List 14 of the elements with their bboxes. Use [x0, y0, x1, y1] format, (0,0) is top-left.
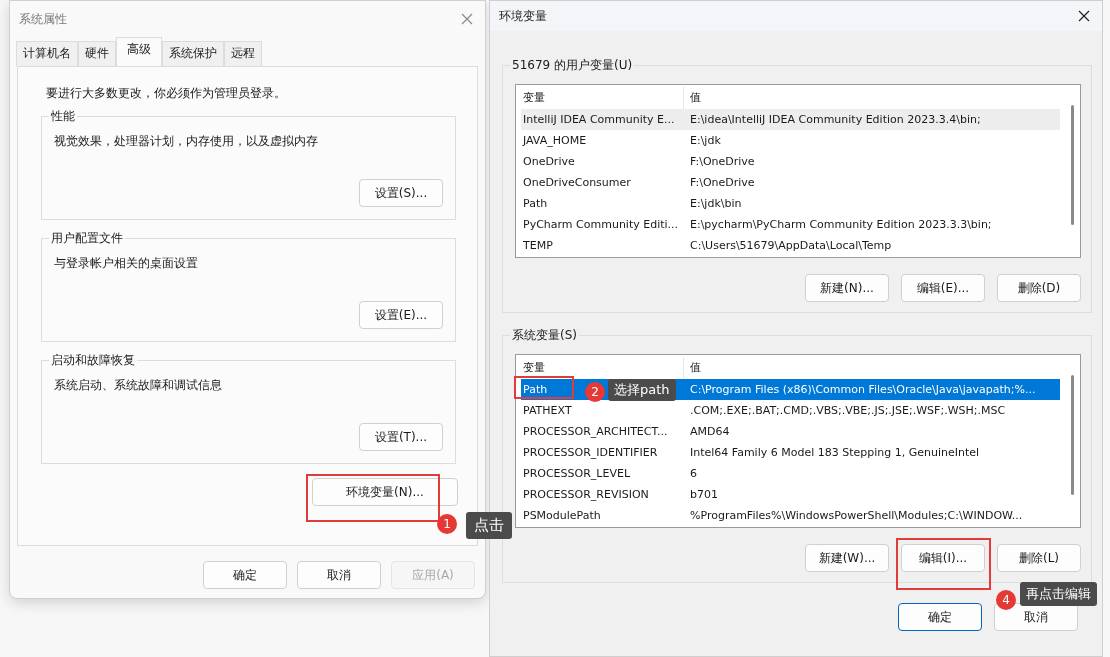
notice-text: 要进行大多数更改，你必须作为管理员登录。	[46, 85, 287, 102]
group-title: 用户配置文件	[49, 230, 125, 247]
callout-tooltip: 点击	[466, 512, 512, 539]
group-title: 51679 的用户变量(U)	[510, 57, 635, 74]
callout-tooltip: 选择path	[608, 379, 676, 401]
window-title: 环境变量	[499, 7, 547, 25]
group-title: 启动和故障恢复	[49, 352, 137, 369]
group-title: 系统变量(S)	[510, 327, 579, 344]
group-title: 性能	[49, 108, 77, 125]
group-description: 系统启动、系统故障和调试信息	[54, 377, 223, 394]
group-description: 视觉效果，处理器计划，内存使用，以及虚拟内存	[54, 133, 319, 150]
group-description: 与登录帐户相关的桌面设置	[54, 255, 199, 272]
callout-tooltip: 再点击编辑	[1020, 582, 1097, 606]
window-title: 系统属性	[19, 10, 67, 28]
